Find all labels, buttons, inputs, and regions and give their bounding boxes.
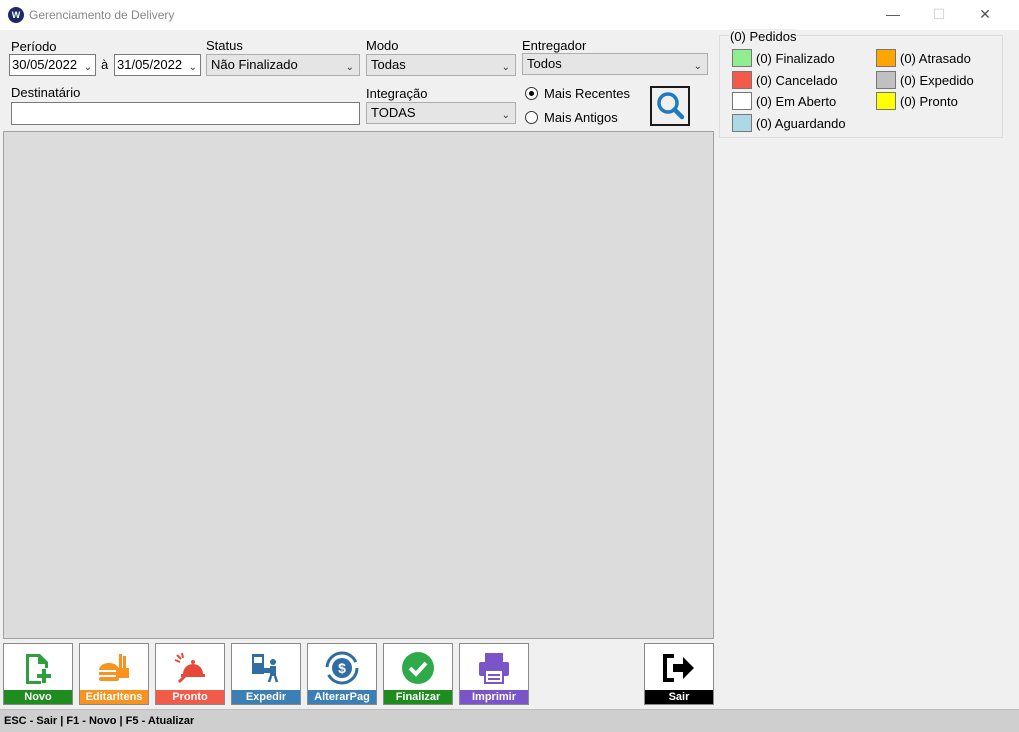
close-button[interactable]: ✕ [962,0,1008,30]
entregador-value: Todos [527,56,562,71]
legend-item: (0) Expedido [876,71,974,89]
status-bar: ESC - Sair | F1 - Novo | F5 - Atualizar [0,709,1019,732]
legend-item: (0) Finalizado [732,49,835,67]
window-title: Gerenciamento de Delivery [29,8,175,22]
date-from-value: 30/05/2022 [12,57,78,72]
destinatario-input[interactable] [11,102,360,125]
legend-label: (0) Pronto [900,93,958,109]
legend-swatch [732,114,752,132]
entregador-select[interactable]: Todos ⌄ [522,53,708,75]
legend-label: (0) Finalizado [756,50,835,66]
entregador-label: Entregador [522,38,587,53]
radio-checked-icon [525,87,538,100]
legend-swatch [876,71,896,89]
chevron-down-icon: ⌄ [693,61,702,72]
button-caption: EditarItens [80,690,148,704]
chevron-down-icon: ⌄ [188,62,197,73]
button-caption: Pronto [156,690,224,704]
app-logo-icon: W [8,7,24,23]
title-bar: W Gerenciamento de Delivery — ☐ ✕ [0,0,1019,30]
button-caption: Expedir [232,690,300,704]
radio-unchecked-icon [525,111,538,124]
button-caption: Finalizar [384,690,452,704]
add-document-icon [4,649,72,687]
legend-item: (0) Atrasado [876,49,971,67]
button-caption: Sair [645,690,713,704]
editaritens-button[interactable]: EditarItens [79,643,149,705]
integracao-value: TODAS [371,105,416,120]
legend-item: (0) Pronto [876,92,958,110]
legend-swatch [876,49,896,67]
date-from-picker[interactable]: 30/05/2022 ⌄ [9,54,96,76]
printer-icon [460,649,528,687]
status-select[interactable]: Não Finalizado ⌄ [206,54,360,76]
finalizar-button[interactable]: Finalizar [383,643,453,705]
chef-bell-icon [156,649,224,687]
orders-grid[interactable] [3,131,714,639]
minimize-button[interactable]: — [870,0,916,30]
svg-text:$: $ [338,660,346,676]
chevron-down-icon: ⌄ [501,62,510,73]
status-label: Status [206,38,243,53]
legend-swatch [876,92,896,110]
alterarpag-button[interactable]: $ AlterarPag [307,643,377,705]
periodo-label: Período [11,39,57,54]
radio-mais-antigos-label: Mais Antigos [544,110,618,125]
modo-select[interactable]: Todas ⌄ [366,54,516,76]
radio-mais-antigos[interactable]: Mais Antigos [525,110,618,125]
legend-label: (0) Atrasado [900,50,971,66]
legend-swatch [732,71,752,89]
imprimir-button[interactable]: Imprimir [459,643,529,705]
legend-label: (0) Em Aberto [756,93,837,109]
radio-mais-recentes-label: Mais Recentes [544,86,630,101]
chevron-down-icon: ⌄ [83,62,92,73]
modo-label: Modo [366,38,399,53]
legend-title: (0) Pedidos [729,29,798,44]
novo-button[interactable]: Novo [3,643,73,705]
date-to-value: 31/05/2022 [117,57,183,72]
modo-value: Todas [371,57,406,72]
date-to-picker[interactable]: 31/05/2022 ⌄ [114,54,201,76]
destinatario-label: Destinatário [11,85,81,100]
search-icon [657,92,685,120]
sair-button[interactable]: Sair [644,643,714,705]
integracao-label: Integração [366,86,428,101]
legend-label: (0) Expedido [900,72,974,88]
legend-label: (0) Aguardando [756,115,846,131]
delivery-person-icon [232,649,300,687]
search-button[interactable] [650,86,690,126]
payment-cycle-icon: $ [308,649,376,687]
food-icon [80,649,148,687]
chevron-down-icon: ⌄ [345,62,354,73]
button-caption: Imprimir [460,690,528,704]
maximize-button: ☐ [932,6,946,22]
legend-item: (0) Cancelado [732,71,838,89]
radio-mais-recentes[interactable]: Mais Recentes [525,86,630,101]
legend-swatch [732,92,752,110]
date-separator: à [101,57,109,72]
expedir-button[interactable]: Expedir [231,643,301,705]
exit-arrow-icon [645,649,713,687]
pronto-button[interactable]: Pronto [155,643,225,705]
button-caption: AlterarPag [308,690,376,704]
check-circle-icon [384,649,452,687]
button-caption: Novo [4,690,72,704]
status-value: Não Finalizado [211,57,298,72]
chevron-down-icon: ⌄ [501,110,510,121]
legend-item: (0) Aguardando [732,114,846,132]
legend-swatch [732,49,752,67]
legend-item: (0) Em Aberto [732,92,836,110]
legend-label: (0) Cancelado [756,72,838,88]
integracao-select[interactable]: TODAS ⌄ [366,102,516,124]
